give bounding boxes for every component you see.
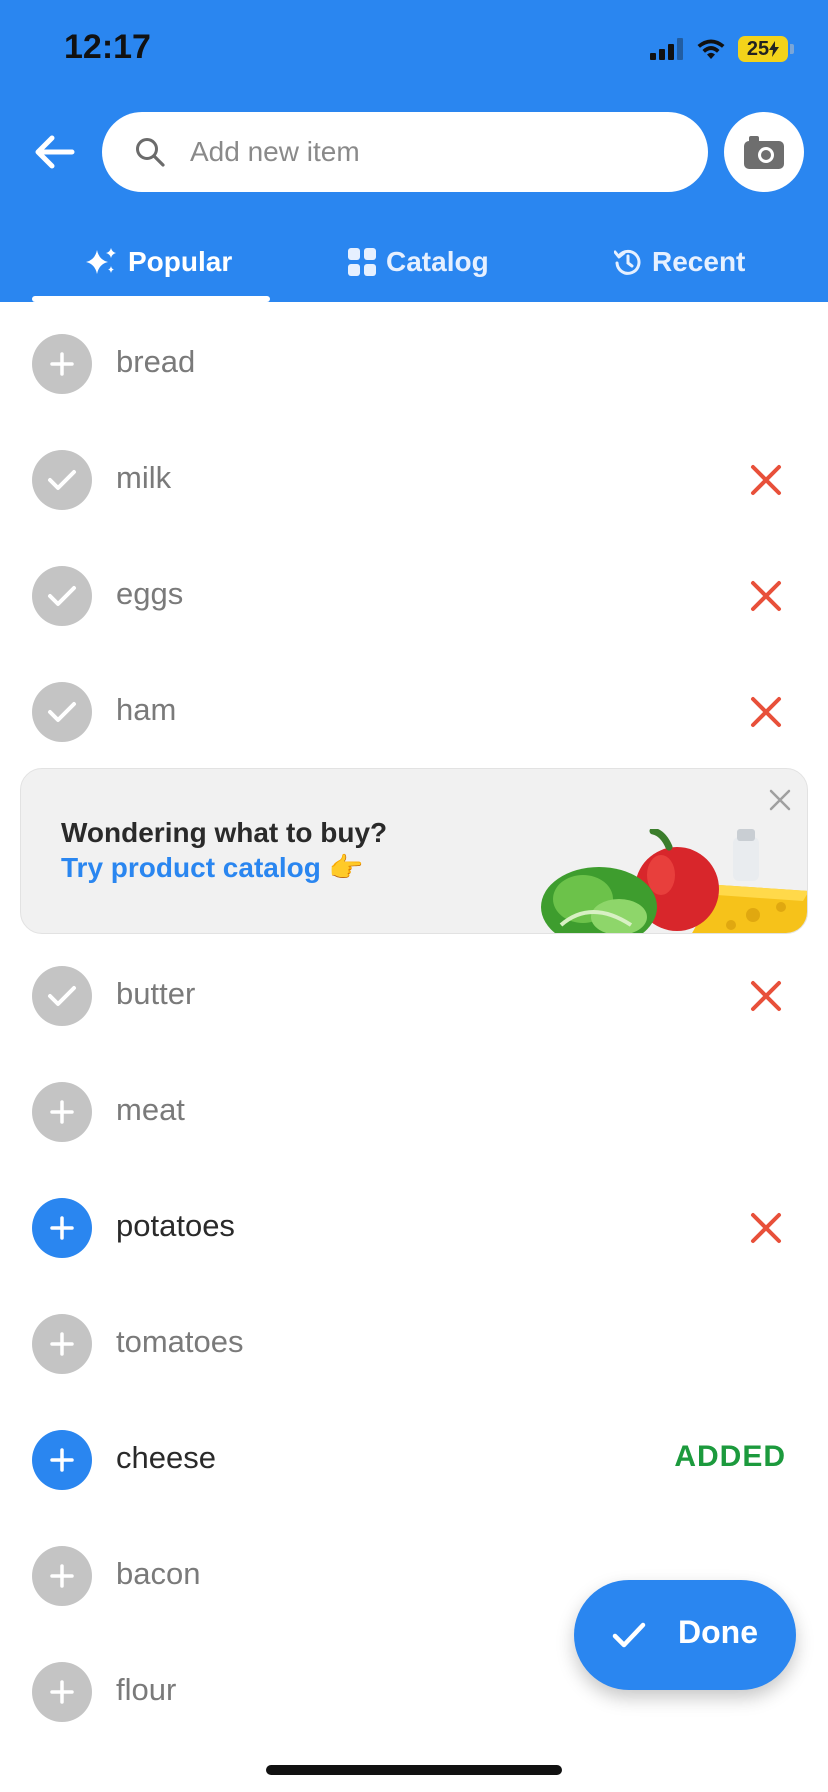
history-icon	[614, 249, 641, 275]
added-badge: ADDED	[674, 1440, 786, 1473]
item-label: potatoes	[116, 1208, 235, 1243]
close-icon[interactable]	[767, 787, 793, 813]
check-icon	[48, 586, 76, 606]
grid-icon	[348, 248, 376, 276]
wifi-icon	[697, 39, 725, 59]
tab-popular[interactable]: Popular	[84, 232, 232, 292]
add-item-button[interactable]	[32, 1662, 92, 1722]
plus-icon	[50, 1448, 74, 1472]
promo-catalog-link[interactable]: Try product catalog 👉	[61, 851, 363, 884]
check-icon	[48, 986, 76, 1006]
check-icon	[612, 1622, 646, 1648]
plus-icon	[50, 1332, 74, 1356]
add-item-button[interactable]	[32, 334, 92, 394]
plus-icon	[50, 1680, 74, 1704]
back-arrow-icon[interactable]	[30, 128, 78, 176]
app-header: 12:17 25 Add new item Popular Catalog Re…	[0, 0, 828, 302]
list-item[interactable]: milk	[0, 418, 828, 534]
plus-icon	[50, 1100, 74, 1124]
add-item-input[interactable]	[190, 112, 690, 192]
item-label: cheese	[116, 1440, 216, 1475]
remove-x-icon[interactable]	[748, 978, 784, 1014]
camera-button[interactable]	[724, 112, 804, 192]
item-label: tomatoes	[116, 1324, 244, 1359]
status-time: 12:17	[64, 28, 151, 66]
signal-icon	[650, 38, 683, 60]
item-label: bacon	[116, 1556, 201, 1591]
list-item[interactable]: meat	[0, 1050, 828, 1166]
search-bar[interactable]	[102, 112, 708, 192]
tab-catalog-label: Catalog	[386, 246, 489, 277]
battery-indicator: 25	[738, 36, 794, 62]
promo-title: Wondering what to buy?	[61, 817, 388, 848]
plus-icon	[50, 1564, 74, 1588]
list-item[interactable]: bread	[0, 302, 828, 418]
sparkle-icon	[86, 248, 116, 274]
plus-icon	[50, 1216, 74, 1240]
item-status-button[interactable]	[32, 566, 92, 626]
list-item[interactable]: cheese ADDED	[0, 1398, 828, 1514]
battery-level: 25	[746, 37, 770, 60]
item-label: milk	[116, 460, 172, 495]
done-button-label: Done	[678, 1614, 758, 1650]
check-icon	[48, 470, 76, 490]
item-label: butter	[116, 976, 196, 1011]
tab-catalog[interactable]: Catalog	[348, 232, 489, 292]
item-label: flour	[116, 1672, 177, 1707]
item-status-button[interactable]	[32, 966, 92, 1026]
add-item-button[interactable]	[32, 1198, 92, 1258]
remove-x-icon[interactable]	[748, 462, 784, 498]
item-label: meat	[116, 1092, 185, 1127]
done-button[interactable]: Done	[574, 1580, 796, 1690]
list-item[interactable]: tomatoes	[0, 1282, 828, 1398]
add-item-button[interactable]	[32, 1430, 92, 1490]
remove-x-icon[interactable]	[748, 578, 784, 614]
charging-bolt-icon	[769, 41, 780, 57]
item-label: bread	[116, 344, 196, 379]
list-item[interactable]: eggs	[0, 534, 828, 650]
remove-x-icon[interactable]	[748, 1210, 784, 1246]
status-icons: 25	[650, 34, 794, 64]
add-item-button[interactable]	[32, 1082, 92, 1142]
list-item[interactable]: ham	[0, 650, 828, 766]
add-item-button[interactable]	[32, 1314, 92, 1374]
item-status-button[interactable]	[32, 450, 92, 510]
tab-popular-label: Popular	[128, 246, 233, 277]
tab-bar: Popular Catalog Recent	[0, 222, 828, 302]
tab-recent[interactable]: Recent	[614, 232, 745, 292]
status-bar: 12:17 25	[0, 0, 828, 100]
camera-icon	[744, 136, 784, 169]
catalog-promo-banner[interactable]: Wondering what to buy? Try product catal…	[20, 768, 808, 934]
list-item[interactable]: butter	[0, 934, 828, 1050]
search-icon	[136, 138, 165, 167]
check-icon	[48, 702, 76, 722]
groceries-illustration	[541, 829, 807, 933]
item-label: eggs	[116, 576, 184, 611]
home-indicator[interactable]	[266, 1765, 562, 1775]
list-item[interactable]: potatoes	[0, 1166, 828, 1282]
plus-icon	[50, 352, 74, 376]
remove-x-icon[interactable]	[748, 694, 784, 730]
tab-recent-label: Recent	[652, 246, 746, 277]
item-status-button[interactable]	[32, 682, 92, 742]
item-label: ham	[116, 692, 177, 727]
add-item-button[interactable]	[32, 1546, 92, 1606]
